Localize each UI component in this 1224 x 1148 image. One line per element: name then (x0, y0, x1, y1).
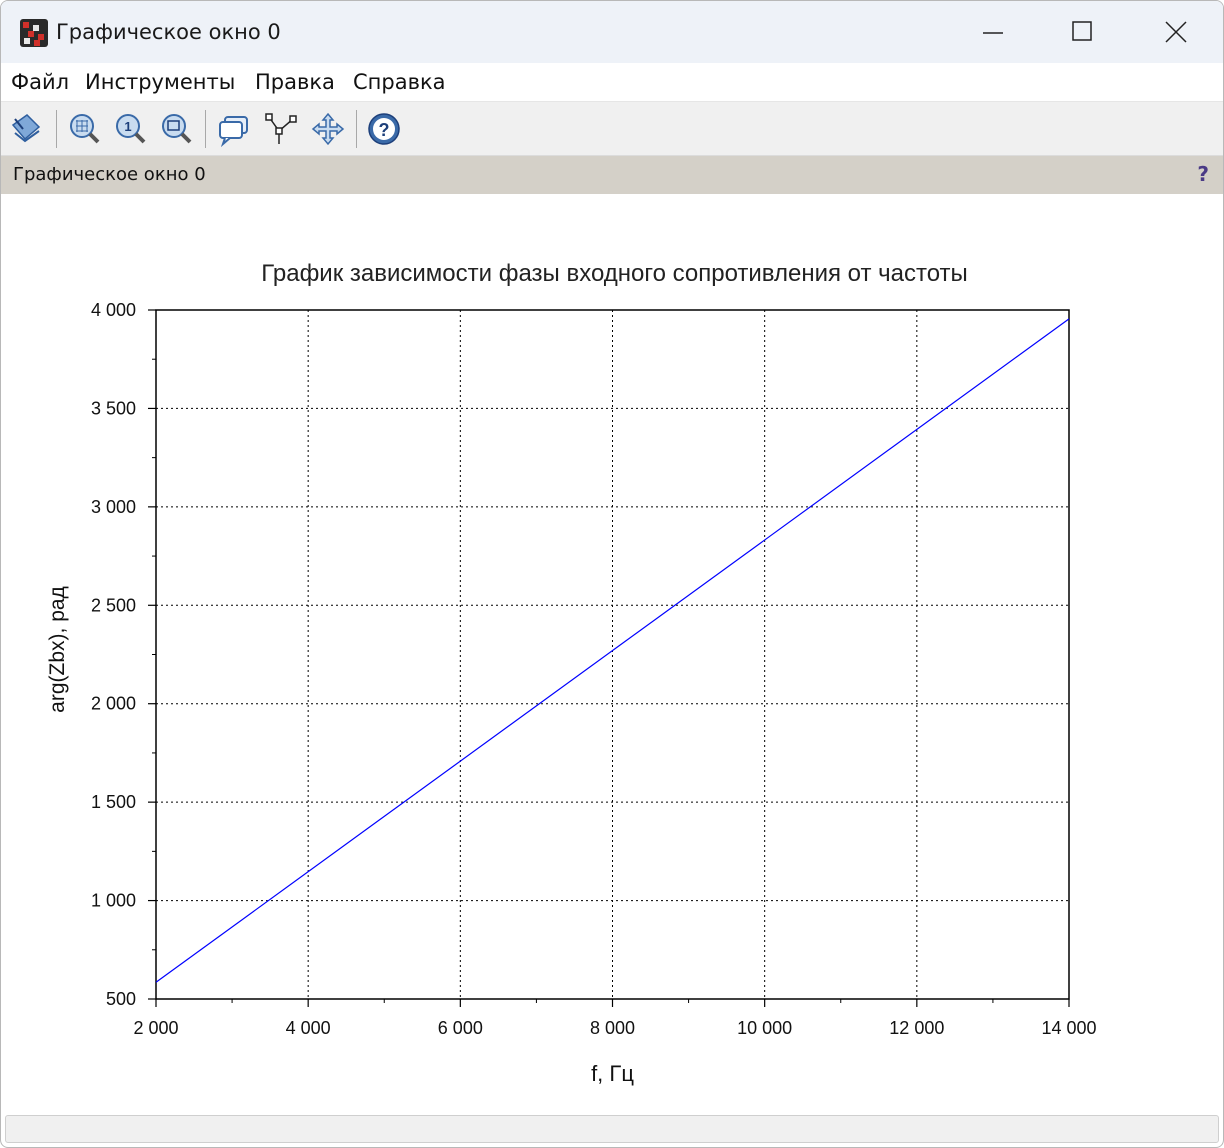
graphic-window: Графическое окно 0 Файл Инструменты Прав… (0, 0, 1224, 1148)
window-title: Графическое окно 0 (56, 20, 281, 44)
toolbar: 1 ? (1, 102, 1223, 156)
rotate-button[interactable] (9, 111, 43, 147)
dock-title: Графическое окно 0 (13, 164, 206, 185)
y-tick-label: 3 500 (91, 398, 136, 418)
zoom-original-button[interactable]: 1 (113, 111, 147, 147)
scilab-app-icon (20, 19, 48, 47)
close-icon (1165, 21, 1187, 43)
menu-edit[interactable]: Правка (255, 70, 335, 94)
dock-bar: Графическое окно 0 ? (1, 156, 1223, 194)
y-tick-label: 2 000 (91, 694, 136, 714)
zoom-in-icon (70, 114, 100, 144)
help-button[interactable]: ? (367, 111, 401, 147)
y-axis-label: arg(Zbx), рад (46, 586, 69, 713)
plot-area[interactable]: 2 000 4 000 6 000 8 000 10 000 12 000 14 000 50… (1, 195, 1223, 1117)
pan-button[interactable] (311, 111, 345, 147)
y-tick-label: 4 000 (91, 300, 136, 320)
pan-icon (311, 112, 345, 146)
menu-bar: Файл Инструменты Правка Справка (1, 63, 1223, 102)
close-button[interactable] (1130, 1, 1222, 63)
y-tick-label: 2 500 (91, 595, 136, 615)
y-tick-label: 500 (106, 989, 136, 1009)
zoom-in-button[interactable] (67, 111, 101, 147)
x-tick-label: 10 000 (737, 1018, 792, 1038)
datatip-button[interactable] (217, 111, 251, 147)
minimize-button[interactable] (947, 1, 1039, 63)
zoom-select-button[interactable] (159, 111, 193, 147)
x-axis-label: f, Гц (591, 1061, 634, 1086)
title-bar[interactable]: Графическое окно 0 (1, 1, 1223, 63)
help-icon: ? (368, 113, 400, 145)
x-tick-label: 2 000 (133, 1018, 178, 1038)
toolbar-separator (56, 110, 57, 148)
menu-file[interactable]: Файл (11, 70, 69, 94)
y-tick-label: 3 000 (91, 497, 136, 517)
x-tick-label: 12 000 (889, 1018, 944, 1038)
status-bar (5, 1115, 1219, 1143)
rotate-icon (11, 114, 41, 143)
edit-curve-icon (265, 113, 297, 144)
svg-text:?: ? (379, 120, 390, 140)
x-tick-label: 6 000 (438, 1018, 483, 1038)
toolbar-separator (356, 110, 357, 148)
y-tick-label: 1 500 (91, 792, 136, 812)
edit-curve-button[interactable] (265, 111, 299, 147)
menu-help[interactable]: Справка (353, 70, 446, 94)
chart-title: График зависимости фазы входного сопроти… (261, 260, 968, 287)
x-tick-label: 14 000 (1041, 1018, 1096, 1038)
line-chart[interactable]: 2 000 4 000 6 000 8 000 10 000 12 000 14 000 50… (1, 195, 1223, 1117)
y-tick-label: 1 000 (91, 891, 136, 911)
menu-tools[interactable]: Инструменты (85, 70, 235, 94)
maximize-icon (1072, 21, 1092, 41)
datatip-icon (219, 116, 248, 147)
x-tick-label: 4 000 (286, 1018, 331, 1038)
zoom-select-icon (162, 114, 192, 144)
svg-text:1: 1 (124, 119, 131, 134)
maximize-button[interactable] (1037, 1, 1129, 63)
dock-help-button[interactable]: ? (1197, 162, 1209, 186)
toolbar-separator (205, 110, 206, 148)
x-tick-label: 8 000 (590, 1018, 635, 1038)
zoom-original-icon: 1 (116, 114, 146, 144)
minimize-icon (983, 32, 1003, 34)
